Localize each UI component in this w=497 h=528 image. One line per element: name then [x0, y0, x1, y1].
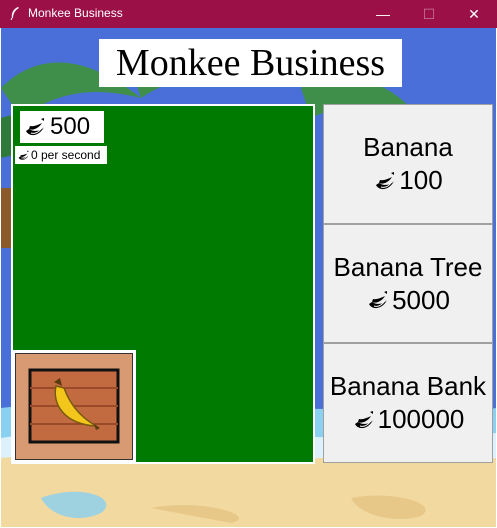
banana-icon: [373, 169, 397, 193]
shop-item-name: Banana Bank: [329, 371, 487, 401]
rate-value: 0 per second: [31, 148, 101, 162]
shop-item-name: Banana Tree: [333, 251, 483, 282]
shop-item-price: 5000: [366, 285, 450, 316]
feather-icon: [10, 7, 19, 20]
game-window: Monkee Business 500 0 per second Banana …: [1, 28, 496, 527]
game-title: Monkee Business: [99, 39, 402, 87]
banana-crate-button[interactable]: [12, 350, 136, 463]
shop-item-price: 100: [373, 165, 443, 196]
banana-icon: [366, 288, 390, 312]
close-button[interactable]: ✕: [451, 0, 497, 28]
minimize-button[interactable]: —: [360, 0, 406, 28]
shop-item-price-value: 5000: [392, 284, 450, 315]
play-area: 500 0 per second: [11, 104, 315, 464]
balance-display: 500: [20, 111, 104, 143]
banana-icon: [352, 408, 376, 432]
window-title: Monkee Business: [28, 6, 123, 20]
shop-item-banana[interactable]: Banana 100: [323, 104, 493, 224]
shop-item-price-value: 100: [399, 165, 443, 195]
crate: [15, 353, 133, 460]
rate-display: 0 per second: [15, 146, 107, 164]
shop-item-price-value: 100000: [377, 404, 465, 434]
shop-item-name: Banana: [363, 132, 453, 162]
crate-banana-icon: [16, 354, 132, 459]
shop-item-price: 100000: [352, 404, 465, 435]
banana-icon: [17, 149, 30, 162]
title-bar: Monkee Business — ☐ ✕: [0, 0, 497, 28]
shop-item-banana-tree[interactable]: Banana Tree 5000: [323, 224, 493, 343]
shop-item-banana-bank[interactable]: Banana Bank 100000: [323, 343, 493, 463]
balance-value: 500: [50, 113, 91, 140]
maximize-button[interactable]: ☐: [406, 0, 452, 28]
banana-icon: [23, 115, 47, 139]
